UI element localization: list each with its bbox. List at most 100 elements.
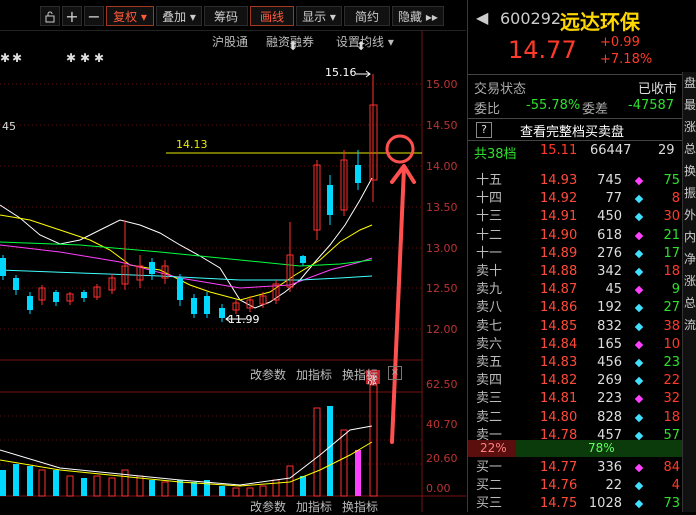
ask-level-label: 卖十 <box>476 264 503 279</box>
ask-row[interactable]: 卖二 14.80 828 18 <box>476 409 686 427</box>
price-change: +0.99 <box>600 35 640 50</box>
ask-count: 10 <box>663 336 680 352</box>
full-book-link[interactable]: 查看完整档买卖盘 <box>520 121 624 140</box>
price-tick: 15.00 <box>426 78 458 91</box>
quote-panel: ◀ 600292 远达环保 14.77 +0.99 +7.18% 交易状态 已收… <box>467 0 696 512</box>
switch-indicator-button-2[interactable]: 换指标 <box>342 498 378 515</box>
ask-row[interactable]: 卖六 14.84 165 10 <box>476 336 686 354</box>
ask-volume: 77 <box>605 191 622 207</box>
flag-icon <box>634 249 644 259</box>
ask-level-label: 十一 <box>476 245 503 261</box>
price-tick: 12.50 <box>426 282 458 295</box>
ask-count: 27 <box>663 300 680 316</box>
display-button[interactable]: 显示 ▾ <box>296 6 342 26</box>
ask-row[interactable]: 卖十 14.88 342 18 <box>476 263 686 281</box>
flag-icon <box>634 231 644 240</box>
add-indicator-button-2[interactable]: 加指标 <box>296 498 332 515</box>
overlay-button[interactable]: 叠加 ▾ <box>156 6 202 26</box>
price-change-pct: +7.18% <box>600 52 653 67</box>
add-indicator-button[interactable]: 加指标 <box>296 366 332 383</box>
side-tab-char: 总 <box>683 296 696 310</box>
ask-count: 21 <box>663 227 680 243</box>
flag-icon <box>634 340 644 350</box>
switch-indicator-button[interactable]: 换指标 <box>342 366 378 383</box>
ask-count: 22 <box>663 373 680 389</box>
vol-tick: 20.60 <box>426 452 458 465</box>
lock-icon[interactable] <box>40 6 60 26</box>
edit-params-button-2[interactable]: 改参数 <box>250 498 286 515</box>
zoom-out-icon[interactable]: − <box>84 6 104 26</box>
ask-volume: 192 <box>597 300 622 316</box>
total-volume: 66447 <box>590 143 632 158</box>
weicha-label: 委差 <box>582 102 609 117</box>
ask-row[interactable]: 十三 14.91 450 30 <box>476 208 686 226</box>
ask-count: 23 <box>663 355 680 370</box>
help-icon[interactable]: ? <box>476 122 492 138</box>
ask-row[interactable]: 十二 14.90 618 21 <box>476 227 686 245</box>
zoom-in-icon[interactable]: + <box>62 6 82 26</box>
bid-level-label: 买三 <box>476 496 503 512</box>
chips-button[interactable]: 筹码 <box>204 6 248 26</box>
last-price: 14.77 <box>508 36 577 64</box>
divider <box>468 74 683 75</box>
fuquan-button[interactable]: 复权 ▾ <box>106 6 154 26</box>
bid-volume: 22 <box>605 478 622 494</box>
ask-row[interactable]: 卖九 14.87 45 9 <box>476 281 686 299</box>
ask-level-label: 十二 <box>476 227 503 243</box>
side-tab-char: 外 <box>683 208 696 222</box>
ask-row[interactable]: 卖三 14.81 223 32 <box>476 390 686 408</box>
total-price: 15.11 <box>540 143 578 158</box>
left-edge-label: 45 <box>2 120 16 133</box>
side-tab-char: 最 <box>683 98 696 112</box>
flag-icon <box>634 213 644 222</box>
side-tab-column[interactable]: 盘最涨总换振外内净涨总流 <box>682 72 696 512</box>
flag-icon <box>634 358 644 368</box>
ask-level-label: 十三 <box>476 209 503 225</box>
total-levels: 共38档 <box>474 147 517 162</box>
flag-icon <box>634 267 644 277</box>
ask-row[interactable]: 十五 14.93 745 75 <box>476 172 686 190</box>
flag-icon <box>634 176 644 186</box>
price-tick: 12.00 <box>426 323 458 336</box>
flag-icon <box>634 322 644 331</box>
bid-row[interactable]: 买三 14.75 1028 73 <box>476 495 686 513</box>
svg-text:✱: ✱ <box>66 51 76 65</box>
side-tab-char: 净 <box>683 252 696 266</box>
chart-toolbar: + − 复权 ▾ 叠加 ▾ 筹码 画线 显示 ▾ 简约 隐藏 ▸▸ <box>0 0 466 31</box>
simple-button[interactable]: 简约 <box>344 6 390 26</box>
bid-row[interactable]: 买一 14.77 336 84 <box>476 459 686 477</box>
prev-stock-icon[interactable]: ◀ <box>476 8 488 27</box>
close-icon[interactable]: × <box>388 366 402 380</box>
weibi-value: -55.78% <box>526 98 581 113</box>
trade-status: 已收市 <box>638 82 678 97</box>
ask-row[interactable]: 十一 14.89 276 17 <box>476 245 686 263</box>
hide-button[interactable]: 隐藏 ▸▸ <box>392 6 444 26</box>
side-tab-char: 振 <box>683 186 696 200</box>
ask-volume: 276 <box>597 245 622 261</box>
ask-count: 30 <box>663 209 680 225</box>
ask-row[interactable]: 卖四 14.82 269 22 <box>476 372 686 390</box>
flag-icon <box>634 376 644 386</box>
edit-params-button[interactable]: 改参数 <box>250 366 286 383</box>
ask-volume: 269 <box>597 373 622 389</box>
ask-level-label: 十五 <box>476 173 503 188</box>
side-tab-char: 内 <box>683 230 696 244</box>
bid-count: 73 <box>663 496 680 512</box>
vol-tick: 62.50 <box>426 378 458 391</box>
bid-volume: 336 <box>597 460 622 475</box>
svg-text:✱: ✱ <box>80 51 90 65</box>
flag-icon <box>634 413 644 422</box>
svg-text:✱: ✱ <box>0 51 10 65</box>
flag-icon <box>634 395 644 404</box>
ask-level-label: 卖六 <box>476 336 503 352</box>
divider <box>468 118 683 119</box>
ask-row[interactable]: 卖七 14.85 832 38 <box>476 318 686 336</box>
ask-row[interactable]: 卖八 14.86 192 27 <box>476 299 686 317</box>
svg-text:⬍: ⬍ <box>356 39 366 53</box>
flag-icon <box>634 304 644 313</box>
bid-row[interactable]: 买二 14.76 22 4 <box>476 477 686 495</box>
draw-line-button[interactable]: 画线 <box>250 6 294 26</box>
ask-row[interactable]: 卖五 14.83 456 23 <box>476 354 686 372</box>
ask-level-label: 卖四 <box>476 373 503 389</box>
ask-row[interactable]: 十四 14.92 77 8 <box>476 190 686 208</box>
